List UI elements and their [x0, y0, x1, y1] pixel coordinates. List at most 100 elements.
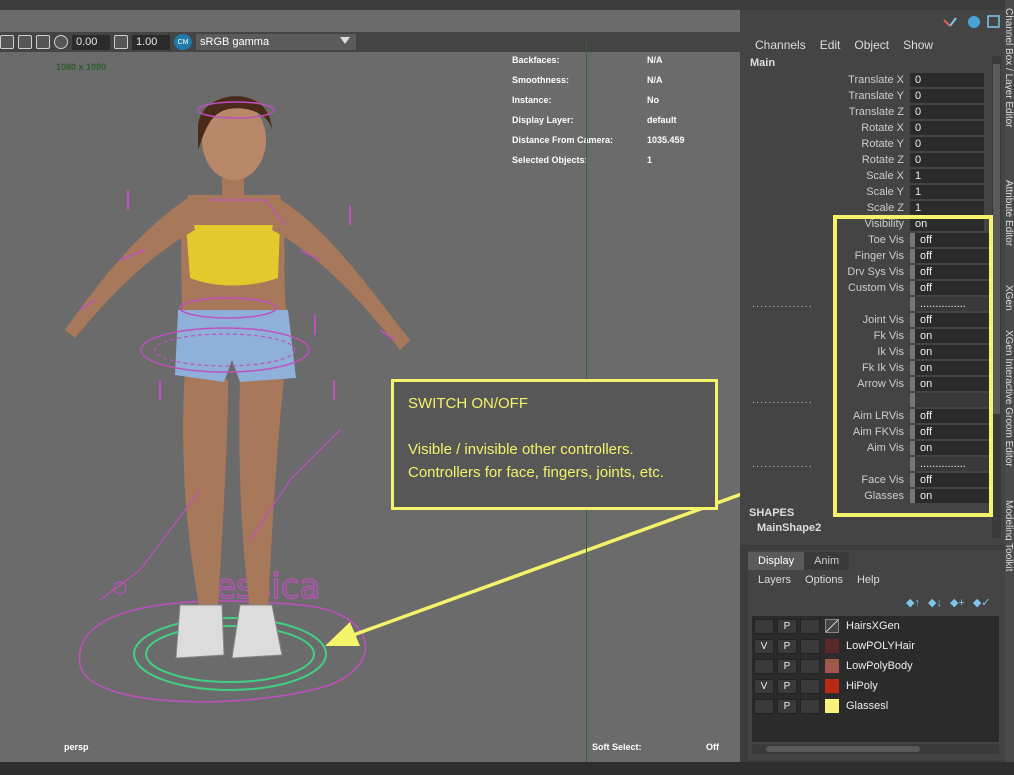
attr-row[interactable]: Rotate X0	[740, 120, 995, 136]
hud-row: Display Layer: default	[512, 115, 677, 125]
menu-object[interactable]: Object	[854, 38, 889, 52]
visibility-toggle[interactable]	[754, 698, 774, 714]
attr-row[interactable]: Scale Z1	[740, 200, 995, 216]
annotation-title: SWITCH ON/OFF	[408, 395, 528, 412]
color-space-select[interactable]: sRGB gamma	[196, 34, 356, 50]
display-type-toggle[interactable]	[800, 698, 820, 714]
visibility-toggle[interactable]: V	[754, 638, 774, 654]
layer-list: P HairsXGen V P LowPOLYHair P LowPolyBod…	[752, 616, 999, 742]
move-layer-up-icon[interactable]: ◆↑	[906, 596, 920, 609]
layer-name[interactable]: HairsXGen	[846, 620, 900, 632]
playback-toggle[interactable]: P	[777, 618, 797, 634]
attr-value[interactable]: 0	[910, 137, 984, 151]
attr-value[interactable]: 1	[910, 201, 984, 215]
attr-row[interactable]: Translate Y0	[740, 88, 995, 104]
node-icon[interactable]	[968, 16, 980, 28]
layer-name[interactable]: HiPoly	[846, 680, 878, 692]
object-name[interactable]: Main	[750, 57, 775, 69]
annotation-line: Visible / invisible other controllers.	[408, 441, 634, 458]
chevron-down-icon	[340, 37, 350, 44]
display-type-toggle[interactable]	[800, 658, 820, 674]
viewport-toolbar: 0.00 1.00 CM sRGB gamma	[0, 32, 740, 52]
layer-row[interactable]: V P HiPoly	[752, 676, 999, 696]
scrollbar-thumb[interactable]	[993, 64, 1000, 414]
menu-help[interactable]: Help	[857, 574, 880, 586]
layer-row[interactable]: P LowPolyBody	[752, 656, 999, 676]
tab-channel-box[interactable]: Channel Box / Layer Editor	[1005, 8, 1014, 128]
menu-edit[interactable]: Edit	[820, 38, 841, 52]
annotation-line: Controllers for face, fingers, joints, e…	[408, 464, 664, 481]
expand-icon[interactable]	[987, 15, 1000, 28]
attr-row[interactable]: Rotate Z0	[740, 152, 995, 168]
move-layer-down-icon[interactable]: ◆↓	[928, 596, 942, 609]
menu-options[interactable]: Options	[805, 574, 843, 586]
layer-list-scrollbar[interactable]	[752, 744, 999, 754]
layer-color-swatch[interactable]	[825, 679, 839, 693]
exposure-icon[interactable]	[54, 35, 68, 49]
hud-row: Backfaces: N/A	[512, 55, 663, 65]
tab-attribute-editor[interactable]: Attribute Editor	[1005, 180, 1014, 246]
attr-value[interactable]: 1	[910, 169, 984, 183]
axis-icon[interactable]	[943, 17, 957, 27]
tab-modeling-toolkit[interactable]: Modeling Toolkit	[1005, 500, 1014, 572]
display-type-toggle[interactable]	[800, 638, 820, 654]
layer-color-swatch[interactable]	[825, 659, 839, 673]
gamma-icon[interactable]	[114, 35, 128, 49]
attr-value[interactable]: 0	[910, 105, 984, 119]
attr-value[interactable]: 0	[910, 73, 984, 87]
attr-row[interactable]: Translate Z0	[740, 104, 995, 120]
attr-value[interactable]: 0	[910, 153, 984, 167]
tab-display[interactable]: Display	[748, 552, 805, 570]
tab-anim[interactable]: Anim	[804, 552, 850, 570]
safe-area-icon[interactable]	[36, 35, 50, 49]
menu-layers[interactable]: Layers	[758, 574, 791, 586]
grid-icon[interactable]	[0, 35, 14, 49]
perspective-viewport[interactable]: essica	[0, 10, 740, 762]
hud-row: Distance From Camera: 1035.459	[512, 135, 685, 145]
playback-toggle[interactable]: P	[777, 658, 797, 674]
visibility-toggle[interactable]: V	[754, 678, 774, 694]
scrollbar-thumb[interactable]	[766, 746, 920, 752]
layer-color-swatch[interactable]	[825, 639, 839, 653]
tab-xgen[interactable]: XGen	[1005, 285, 1014, 311]
layer-color-swatch[interactable]	[825, 699, 839, 713]
layer-row[interactable]: P HairsXGen	[752, 616, 999, 636]
hud-row: Smoothness: N/A	[512, 75, 663, 85]
attr-row[interactable]: Scale X1	[740, 168, 995, 184]
menu-show[interactable]: Show	[903, 38, 933, 52]
tab-xgen-groom[interactable]: XGen Interactive Groom Editor	[1005, 330, 1014, 467]
layer-row[interactable]: V P LowPOLYHair	[752, 636, 999, 656]
playback-toggle[interactable]: P	[777, 678, 797, 694]
soft-select-label: Soft Select:	[592, 742, 642, 752]
layer-editor: Display Anim Layers Options Help ◆↑ ◆↓ ◆…	[748, 550, 1005, 760]
new-layer-selected-icon[interactable]: ◆✓	[973, 596, 991, 609]
attr-row[interactable]: Rotate Y0	[740, 136, 995, 152]
resolution-gate-icon[interactable]	[18, 35, 32, 49]
visibility-toggle[interactable]	[754, 618, 774, 634]
layer-row[interactable]: P Glassesl	[752, 696, 999, 716]
playback-toggle[interactable]: P	[777, 638, 797, 654]
exposure-field[interactable]: 0.00	[72, 34, 110, 50]
gamma-field[interactable]: 1.00	[132, 34, 170, 50]
attr-value[interactable]: 0	[910, 89, 984, 103]
status-bar	[0, 762, 1014, 775]
soft-select-value: Off	[706, 742, 719, 752]
channel-box-scrollbar[interactable]	[992, 56, 1001, 538]
hud-row: Selected Objects: 1	[512, 155, 653, 165]
visibility-toggle[interactable]	[754, 658, 774, 674]
shape-name[interactable]: MainShape2	[757, 522, 821, 534]
attr-row[interactable]: Translate X0	[740, 72, 995, 88]
layer-color-swatch[interactable]	[825, 619, 839, 633]
attr-value[interactable]: 0	[910, 121, 984, 135]
playback-toggle[interactable]: P	[777, 698, 797, 714]
layer-name[interactable]: LowPolyBody	[846, 660, 913, 672]
attr-value[interactable]: 1	[910, 185, 984, 199]
new-layer-icon[interactable]: ◆+	[950, 596, 965, 609]
color-management-icon[interactable]: CM	[174, 34, 192, 50]
display-type-toggle[interactable]	[800, 678, 820, 694]
menu-channels[interactable]: Channels	[755, 38, 806, 52]
layer-name[interactable]: LowPOLYHair	[846, 640, 915, 652]
attr-row[interactable]: Scale Y1	[740, 184, 995, 200]
layer-name[interactable]: Glassesl	[846, 700, 888, 712]
display-type-toggle[interactable]	[800, 618, 820, 634]
